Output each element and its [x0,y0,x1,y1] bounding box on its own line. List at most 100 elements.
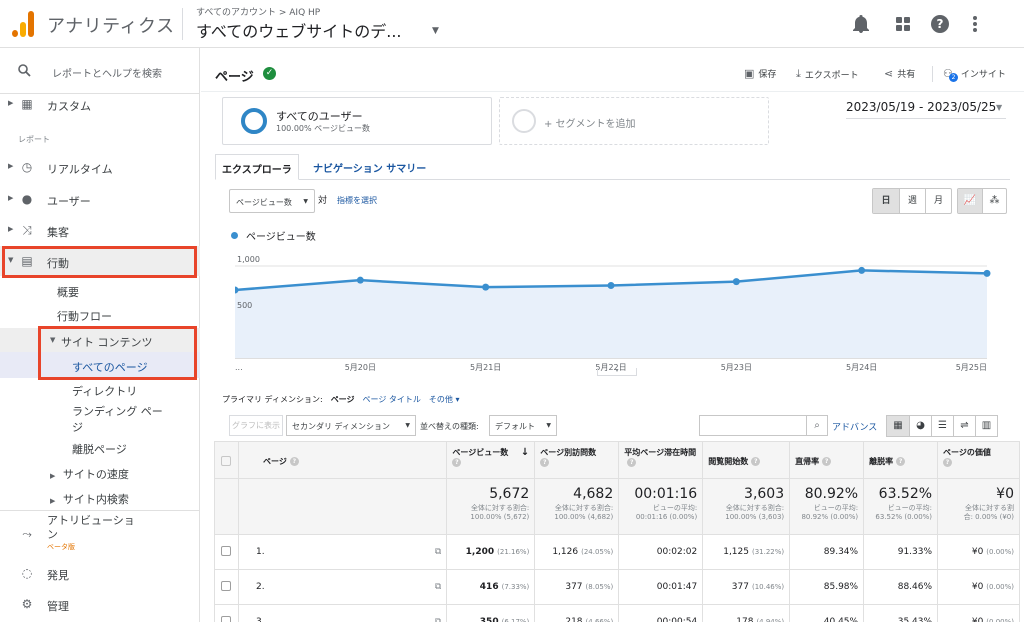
column-header-avg-time[interactable]: 平均ページ滞在時間? [618,441,704,479]
pie-chart-icon[interactable]: ◕ [909,416,931,436]
motion-chart-icon[interactable]: ⁂ [982,189,1006,213]
sidebar-item-admin[interactable]: ⚙ 管理 [0,589,200,619]
search-icon[interactable]: ⌕ [806,415,828,436]
sidebar-item-acquisition[interactable]: ▶ ⤨ 集客 [0,215,200,245]
table-search-input[interactable] [699,415,807,436]
insights-button[interactable]: ⚇ 2 インサイト [943,67,1006,82]
analytics-logo[interactable] [12,11,34,37]
data-point [356,276,364,284]
column-header-pageviews[interactable]: ページビュー数 ↓? [446,441,536,479]
comparison-icon[interactable]: ⇌ [953,416,975,436]
period-day-button[interactable]: 日 [873,189,899,213]
period-month-button[interactable]: 月 [925,189,951,213]
dimension-page-title[interactable]: ページ タイトル [363,394,421,405]
sidebar-item-site-search[interactable]: ▶ サイト内検索 [50,491,129,507]
table-row[interactable]: 3. ⧉ 350 (6.17%) 218 (4.66%) 00:00:54 178 (4.94%… [214,604,1020,622]
help-icon[interactable]: ? [822,457,832,466]
period-week-button[interactable]: 週 [899,189,925,213]
row-checkbox-cell[interactable] [214,534,239,570]
gear-icon: ⚙ [21,597,33,611]
chevron-down-icon[interactable]: ▼ [996,103,1002,112]
date-underline [846,118,1006,119]
share-button[interactable]: ⋖ 共有 [884,67,915,80]
table-row[interactable]: 2. ⧉ 416 (7.33%) 377 (8.05%) 00:01:47 377 (10.46… [214,569,1020,605]
row-checkbox[interactable] [221,580,232,591]
table-row[interactable]: 1. ⧉ 1,200 (21.16%) 1,126 (24.05%) 00:02:02 1,1… [214,534,1020,570]
add-segment-button[interactable]: + セグメントを追加 [499,97,769,145]
more-vert-icon[interactable] [964,13,986,35]
export-button[interactable]: ⤓ エクスポート [796,67,859,81]
page-cell[interactable]: 2. ⧉ [237,569,448,605]
column-header-page-value[interactable]: ページの価値? [937,441,1020,479]
chevron-down-icon: ▼ [303,198,308,205]
view-selector[interactable]: すべてのウェブサイトのデ... [196,18,402,42]
help-icon[interactable]: ? [540,458,550,467]
tab-navigation-summary[interactable]: ナビゲーション サマリー [313,160,426,175]
apps-grid-icon[interactable] [892,13,914,35]
sidebar-item-custom[interactable]: ▶ ▦ カスタム [0,89,200,119]
sidebar-item-discover[interactable]: ◌ 発見 [0,558,200,588]
help-icon[interactable]: ? [896,457,906,466]
help-icon[interactable]: ? [289,457,299,466]
export-label: エクスポート [804,70,859,81]
date-range-picker[interactable]: 2023/05/19 - 2023/05/25 [846,100,996,114]
label-line: ン [47,528,58,541]
sidebar-item-attribution[interactable]: ⤳ アトリビューショ ン [0,514,200,554]
sidebar-item-label: サイトの速度 [62,468,129,481]
select-metric-link[interactable]: 指標を選択 [337,195,377,206]
advanced-filter-link[interactable]: アドバンス [832,420,877,433]
sort-type-select[interactable]: デフォルト ▼ [489,415,557,436]
dimension-page[interactable]: ページ [331,394,355,405]
exit-rate-value: 35.43% [897,617,933,622]
open-link-icon[interactable]: ⧉ [435,617,441,622]
sidebar-item-behavior-flow[interactable]: 行動フロー [57,308,112,324]
column-header-unique-pageviews[interactable]: ページ別訪問数? [534,441,620,479]
help-icon[interactable]: ? [943,458,953,467]
sidebar-item-landing-pages[interactable]: ランディング ペー ジ [72,403,163,435]
beta-badge: ベータ版 [47,543,75,551]
segment-all-users[interactable]: すべてのユーザー 100.00% ページビュー数 [222,97,492,145]
save-button[interactable]: ▣ 保存 [744,67,776,80]
column-header-bounce-rate[interactable]: 直帰率? [789,441,865,479]
secondary-dimension-select[interactable]: セカンダリ ディメンション ▼ [286,415,416,436]
line-chart-icon[interactable]: 📈 [958,189,982,213]
sidebar-item-exit-pages[interactable]: 離脱ページ [72,441,127,457]
chevron-down-icon[interactable]: ▼ [432,26,439,36]
total-caption: ビューの平均: [887,504,933,512]
help-icon[interactable]: ? [929,13,951,35]
dimension-other[interactable]: その他 ▾ [429,394,460,405]
plot-rows-button[interactable]: グラフに表示 [229,415,283,436]
row-checkbox-cell[interactable] [214,569,239,605]
help-icon[interactable]: ? [751,457,761,466]
open-link-icon[interactable]: ⧉ [435,582,441,592]
select-all-checkbox[interactable] [214,441,239,479]
page-cell[interactable]: 1. ⧉ [237,534,448,570]
bell-icon[interactable] [850,13,872,35]
help-icon[interactable]: ? [627,458,637,467]
row-checkbox-cell[interactable] [214,604,239,622]
tab-explorer[interactable]: エクスプローラ [215,154,299,180]
column-header-entrances[interactable]: 閲覧開始数? [702,441,791,479]
column-header-exit-rate[interactable]: 離脱率? [863,441,939,479]
sidebar-item-site-speed[interactable]: ▶ サイトの速度 [50,466,129,482]
page-value-cell: ¥0 (0.00%) [937,534,1020,570]
row-checkbox[interactable] [221,615,232,622]
column-header-page[interactable]: ページ? [237,441,448,479]
sidebar-item-users[interactable]: ▶ ● ユーザー [0,184,200,214]
data-table-icon[interactable]: ▦ [887,416,909,436]
open-link-icon[interactable]: ⧉ [435,547,441,557]
page-cell[interactable]: 3. ⧉ [237,604,448,622]
pivot-icon[interactable]: ▥ [975,416,997,436]
sidebar-item-realtime[interactable]: ▶ ◷ リアルタイム [0,152,200,182]
chart-collapse-handle[interactable]: ▾ [597,368,637,376]
checkbox[interactable] [221,456,232,466]
row-checkbox[interactable] [221,545,232,556]
help-icon[interactable]: ? [452,458,462,467]
sidebar-search[interactable]: レポートとヘルプを検索 [0,48,200,94]
unique-pageviews-cell: 377 (8.05%) [534,569,620,605]
sidebar-item-overview[interactable]: 概要 [57,284,79,300]
performance-icon[interactable]: ☰ [931,416,953,436]
metric-selector[interactable]: ページビュー数 ▼ [229,189,315,213]
sidebar-item-directory[interactable]: ディレクトリ [72,383,137,399]
account-breadcrumb[interactable]: すべてのアカウント > AIQ HP [196,5,320,18]
